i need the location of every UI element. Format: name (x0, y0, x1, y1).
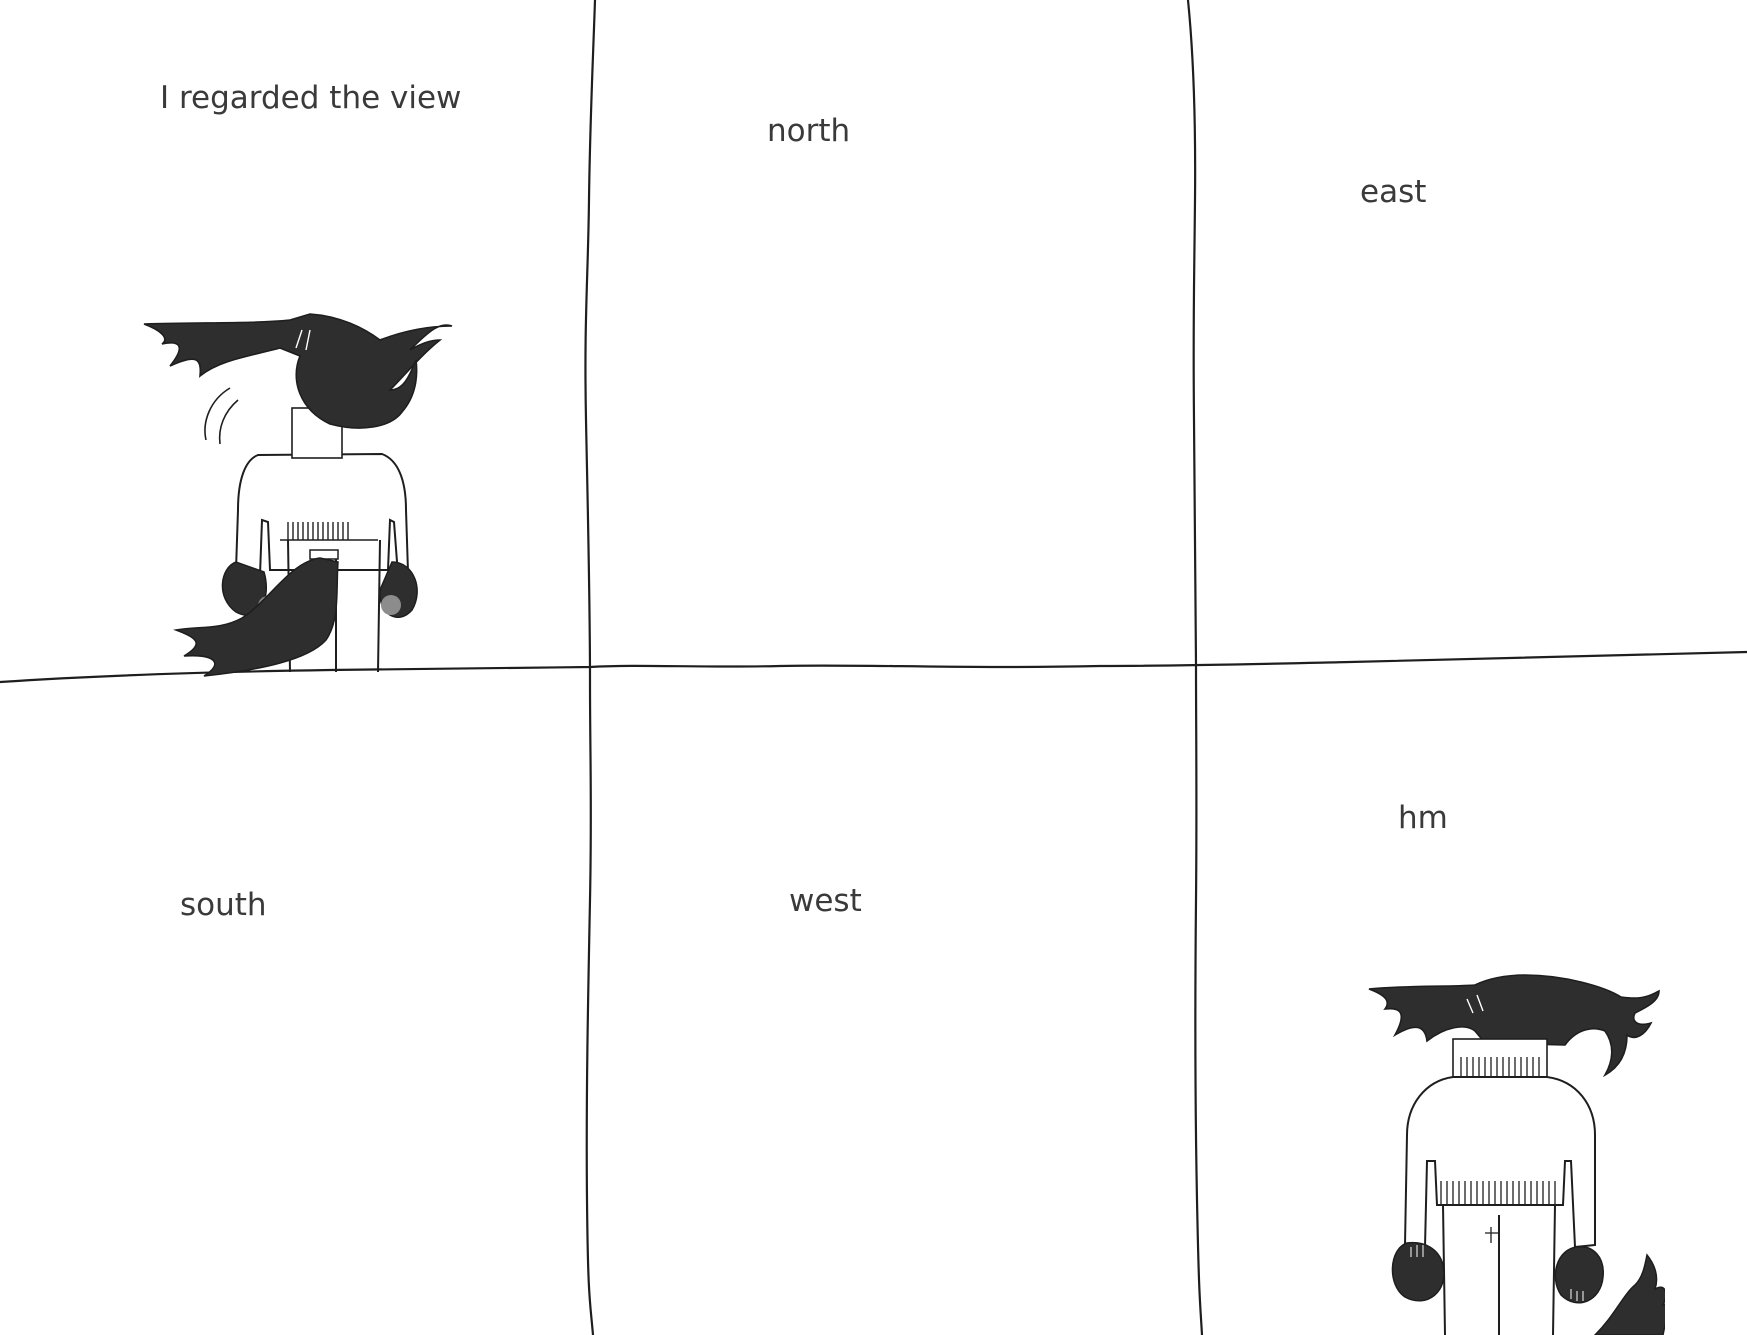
caption-panel-3: east (1360, 174, 1427, 210)
caption-panel-6: hm (1398, 800, 1448, 836)
wind-lines (204, 387, 239, 445)
mittens (1391, 1241, 1604, 1304)
caption-panel-2: north (767, 113, 851, 149)
character-figure-windblown (143, 313, 453, 677)
legs (1442, 1204, 1556, 1335)
caption-panel-4: south (180, 887, 267, 923)
character-figure-standing (1368, 974, 1665, 1335)
caption-panel-1: I regarded the view (160, 80, 462, 116)
caption-panel-5: west (789, 883, 862, 919)
comic-page: I regarded the view north east south wes… (0, 0, 1747, 1335)
vertical-divider-right (1186, 0, 1204, 1335)
tail-hair (1593, 1253, 1665, 1335)
